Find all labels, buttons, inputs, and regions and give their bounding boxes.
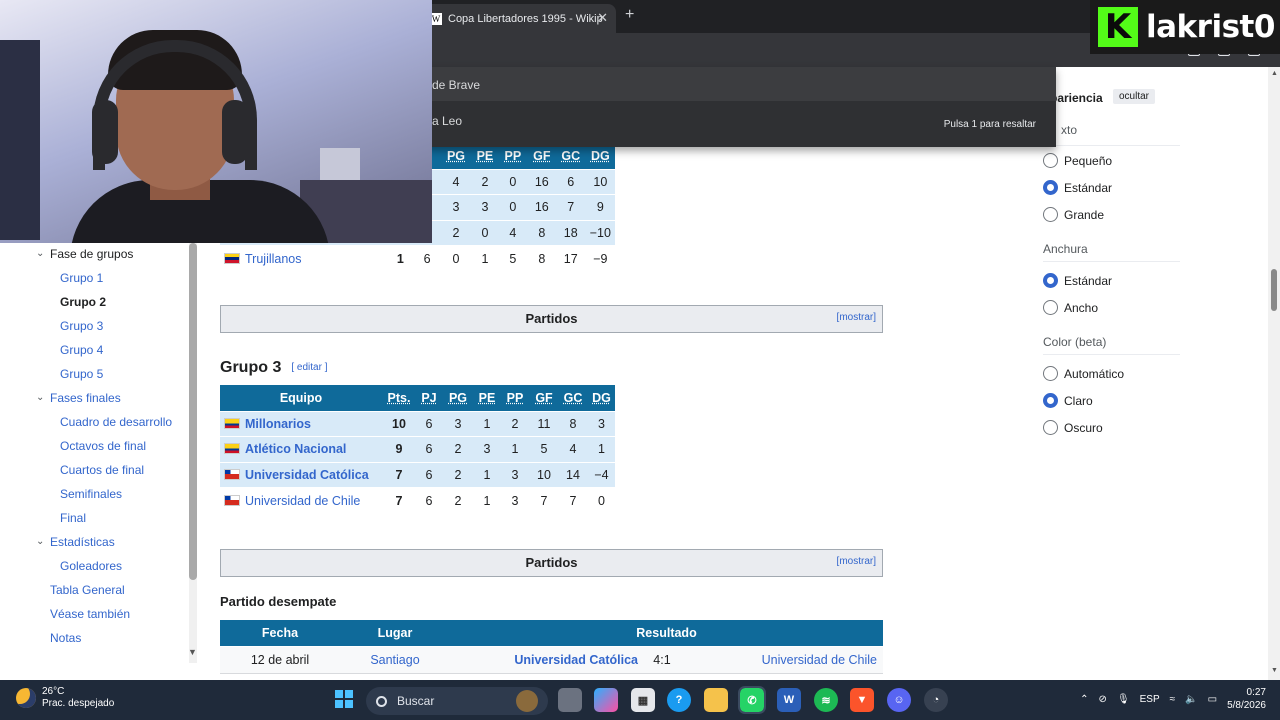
toc-semifinales[interactable]: Semifinales: [60, 487, 122, 501]
table-row: 12 de abril Santiago Universidad Católic…: [220, 645, 883, 674]
toc-scroll-thumb[interactable]: [189, 243, 197, 580]
word-icon[interactable]: W: [777, 688, 801, 712]
table-of-contents: ⌄ Fase de grupos Grupo 1 Grupo 2 Grupo 3…: [0, 243, 200, 663]
colombia-flag-icon: [224, 417, 240, 429]
radio-ancho[interactable]: Ancho: [1043, 300, 1098, 315]
venezuela-flag-icon: [224, 252, 240, 264]
kick-logo-icon: K: [1098, 7, 1138, 47]
table-row: Millonarios 10 6 3 1 2 11 8 3: [220, 410, 615, 437]
color-section-label: Color (beta): [1043, 335, 1107, 349]
radio-claro[interactable]: Claro: [1043, 393, 1093, 408]
hide-button[interactable]: ocultar: [1113, 89, 1156, 104]
language-indicator[interactable]: ESP: [1140, 694, 1160, 705]
appearance-panel: pariencia ocultar xto Pequeño Estándar G…: [1040, 67, 1280, 680]
whatsapp-icon[interactable]: ✆: [738, 686, 766, 714]
text-section-label: xto: [1061, 123, 1078, 137]
table-row: Trujillanos 1 6 0 1 5 8 17 −9: [220, 245, 615, 271]
omnibox-dropdown: de Brave a Leo Pulsa 1 para resaltar: [420, 67, 1056, 147]
table-row: Universidad Católica 7 6 2 1 3 10 14 −4: [220, 461, 615, 488]
tiebreak-table: Fecha Lugar Resultado 12 de abril Santia…: [220, 620, 883, 674]
table-row: Universidad de Chile 76213770: [220, 487, 615, 513]
mute-icon[interactable]: ⊘: [1099, 694, 1107, 705]
col-team: Equipo: [220, 385, 382, 411]
page-scroll-thumb[interactable]: [1271, 269, 1277, 311]
chevron-down-icon[interactable]: ⌄: [36, 248, 44, 259]
webcam-overlay: [0, 0, 432, 243]
toc-goleadores[interactable]: Goleadores: [60, 559, 122, 573]
toc-grupo-1[interactable]: Grupo 1: [60, 271, 103, 285]
table-row: Atlético Nacional 96231541: [220, 436, 615, 462]
system-tray: ⌃ ⊘ 🎙 ESP ≈ 🔈 ▭ 0:27 5/8/2026: [1080, 686, 1266, 712]
omnibox-hint: Pulsa 1 para resaltar: [943, 119, 1036, 130]
toc-grupo-3[interactable]: Grupo 3: [60, 319, 103, 333]
partidos-collapsible-g3: Partidos [mostrar]: [220, 549, 883, 577]
toc-fases-finales[interactable]: Fases finales: [50, 391, 121, 405]
file-explorer-icon[interactable]: [704, 688, 728, 712]
scroll-up-icon[interactable]: ▲: [1271, 70, 1278, 77]
help-icon[interactable]: ?: [667, 688, 691, 712]
radio-estandar-text[interactable]: Estándar: [1043, 180, 1112, 195]
search-icon: [376, 695, 387, 707]
weather-moon-icon: [16, 688, 36, 708]
omnibox-suggestion[interactable]: de Brave: [420, 67, 1056, 101]
store-icon[interactable]: ▦: [631, 688, 655, 712]
radio-oscuro[interactable]: Oscuro: [1043, 420, 1103, 435]
group3-table: Equipo Pts. PJ PG PE PP GF GC DG Millona…: [220, 385, 615, 513]
colombia-flag-icon: [224, 443, 240, 455]
radio-grande[interactable]: Grande: [1043, 207, 1104, 222]
toc-scrollbar[interactable]: ▼: [188, 243, 197, 663]
show-button[interactable]: [mostrar]: [837, 550, 876, 574]
taskbar-search[interactable]: Buscar: [366, 687, 548, 715]
discord-icon[interactable]: ☺: [887, 688, 911, 712]
microphone-icon[interactable]: 🎙: [1117, 694, 1130, 705]
partidos-collapsible-g2: Partidos [mostrar]: [220, 305, 883, 333]
toc-estadisticas[interactable]: Estadísticas: [50, 535, 115, 549]
show-button[interactable]: [mostrar]: [837, 306, 876, 330]
radio-estandar-width[interactable]: Estándar: [1043, 273, 1112, 288]
radio-automatico[interactable]: Automático: [1043, 366, 1124, 381]
spotify-icon[interactable]: ≋: [814, 688, 838, 712]
page-scrollbar[interactable]: ▲ ▼: [1268, 67, 1280, 680]
toc-vease-tambien[interactable]: Véase también: [50, 607, 130, 621]
task-view-icon[interactable]: [558, 688, 582, 712]
chile-flag-icon: [224, 494, 240, 506]
toc-grupo-4[interactable]: Grupo 4: [60, 343, 103, 357]
battery-icon[interactable]: ▭: [1208, 694, 1217, 705]
weather-widget[interactable]: 26°C Prac. despejado: [16, 686, 114, 710]
taskbar: 26°C Prac. despejado Buscar ▦ ? ✆ W ≋ ▼ …: [0, 680, 1280, 720]
toc-fase-de-grupos[interactable]: Fase de grupos: [50, 247, 133, 261]
appearance-title: pariencia: [1050, 91, 1103, 105]
width-section-label: Anchura: [1043, 242, 1088, 256]
toc-cuartos[interactable]: Cuartos de final: [60, 463, 144, 477]
chile-flag-icon: [224, 468, 240, 480]
brave-icon[interactable]: ▼: [850, 688, 874, 712]
streamer-logo: K lakrist0: [1090, 0, 1280, 54]
clock[interactable]: 0:27 5/8/2026: [1227, 686, 1266, 712]
edit-link[interactable]: [ editar ]: [291, 362, 327, 373]
toc-grupo-2[interactable]: Grupo 2: [60, 295, 106, 309]
toc-cuadro[interactable]: Cuadro de desarrollo: [60, 415, 172, 429]
search-highlight-icon: [516, 690, 538, 712]
radio-pequeno[interactable]: Pequeño: [1043, 153, 1112, 168]
streamer-name: lakrist0: [1146, 9, 1275, 45]
toc-final[interactable]: Final: [60, 511, 86, 525]
team-cell[interactable]: Trujillanos: [220, 245, 387, 271]
group3-heading: Grupo 3[ editar ]: [220, 359, 328, 376]
toc-notas[interactable]: Notas: [50, 631, 81, 645]
copilot-icon[interactable]: [594, 688, 618, 712]
toc-tabla-general[interactable]: Tabla General: [50, 583, 125, 597]
app-icon[interactable]: ◔: [924, 688, 948, 712]
wifi-icon[interactable]: ≈: [1170, 694, 1176, 705]
toc-octavos[interactable]: Octavos de final: [60, 439, 146, 453]
scroll-down-icon[interactable]: ▼: [188, 647, 197, 657]
start-button[interactable]: [335, 690, 353, 708]
chevron-up-icon[interactable]: ⌃: [1080, 694, 1088, 705]
scroll-down-icon[interactable]: ▼: [1271, 667, 1278, 674]
chevron-down-icon[interactable]: ⌄: [36, 392, 44, 403]
tiebreak-title: Partido desempate: [220, 594, 337, 609]
chevron-down-icon[interactable]: ⌄: [36, 536, 44, 547]
volume-icon[interactable]: 🔈: [1185, 694, 1197, 705]
toc-grupo-5[interactable]: Grupo 5: [60, 367, 103, 381]
